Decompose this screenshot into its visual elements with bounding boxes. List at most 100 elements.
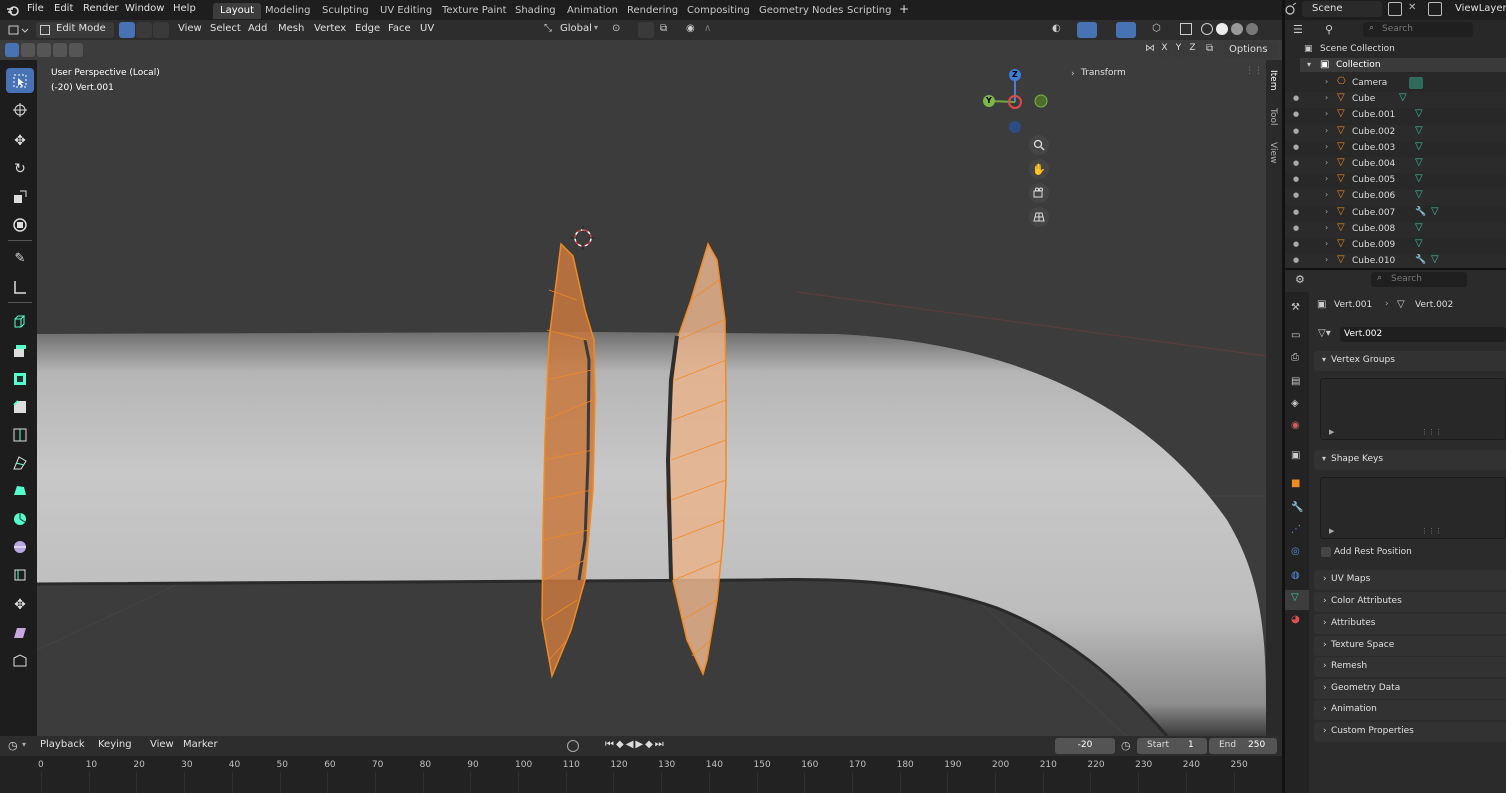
modifier-icon[interactable]: 🔧 (1415, 207, 1426, 217)
rendered-shading-icon[interactable] (1246, 23, 1258, 35)
mesh-data-icon[interactable]: ▽ (1415, 108, 1423, 119)
material-props-icon[interactable]: ◕ (1291, 614, 1300, 625)
outliner-item[interactable]: ● › ▽ Cube.004 ▽ (1285, 157, 1506, 173)
current-frame-field[interactable]: -20 (1055, 738, 1115, 754)
playback-controls[interactable]: ⏮◆◀▶◆⏭ (605, 739, 666, 750)
filter-icon[interactable]: ⚲ (1325, 23, 1333, 36)
mesh-data-icon[interactable]: ▽ (1431, 206, 1439, 217)
spin-tool-icon[interactable] (6, 506, 34, 531)
pan-hand-icon[interactable]: ✋ (1029, 159, 1049, 179)
new-scene-icon[interactable] (1388, 2, 1402, 16)
tab-rendering[interactable]: Rendering (620, 3, 685, 19)
cursor-tool-icon[interactable] (6, 97, 34, 122)
outliner-search-input[interactable] (1363, 22, 1473, 37)
render-props-icon[interactable]: ▭ (1291, 330, 1300, 341)
solid-shading-icon[interactable] (1216, 23, 1228, 35)
menu-uv[interactable]: UV (420, 23, 434, 34)
3d-viewport[interactable]: User Perspective (Local) (-20) Vert.001 … (37, 60, 1266, 736)
tab-layout[interactable]: Layout (213, 3, 261, 19)
mesh-edit-overlay-icon[interactable]: ⬡ (1152, 23, 1161, 34)
menu-edge[interactable]: Edge (355, 23, 380, 34)
view-layer-props-icon[interactable]: ▤ (1291, 376, 1300, 387)
outliner-item[interactable]: ● › ▽ Cube.009 ▽ (1285, 238, 1506, 254)
remove-scene-icon[interactable]: ✕ (1408, 2, 1416, 13)
outliner-item-name[interactable]: Cube.002 (1352, 127, 1395, 137)
sidebar-tab-view[interactable]: View (1268, 142, 1278, 163)
mesh-browse-icon[interactable]: ▽▾ (1318, 328, 1331, 339)
rotate-tool-icon[interactable]: ↻ (6, 156, 34, 181)
expand-icon[interactable]: › (1325, 126, 1328, 135)
sidebar-tab-item[interactable]: Item (1268, 70, 1278, 91)
outliner-editor-icon[interactable]: ☰ (1293, 23, 1303, 36)
outliner-item[interactable]: ● › ▽ Cube ▽ (1285, 92, 1506, 109)
scene-icon[interactable] (1284, 2, 1298, 16)
color-attributes-panel[interactable]: Color Attributes (1314, 592, 1506, 612)
geometry-data-panel[interactable]: Geometry Data (1314, 679, 1506, 699)
menu-window[interactable]: Window (125, 3, 164, 14)
outliner-item[interactable]: ● › ▽ Cube.003 ▽ (1285, 141, 1506, 157)
outliner-item-name[interactable]: Cube.003 (1352, 143, 1395, 153)
visibility-dot-icon[interactable]: ● (1293, 224, 1299, 232)
scene-props-icon[interactable]: ◈ (1291, 398, 1299, 409)
visibility-dot-icon[interactable]: ● (1293, 191, 1299, 199)
extrude-tool-icon[interactable] (6, 338, 34, 363)
menu-file[interactable]: File (27, 3, 44, 14)
properties-editor-icon[interactable]: ⚙ (1295, 273, 1305, 286)
mesh-data-icon[interactable]: ▽ (1415, 157, 1423, 168)
menu-face[interactable]: Face (388, 23, 411, 34)
mesh-data-icon[interactable]: ▽ (1415, 189, 1423, 200)
tool-props-icon[interactable]: ⚒ (1291, 302, 1300, 313)
animation-panel[interactable]: Animation (1314, 700, 1506, 720)
smooth-tool-icon[interactable] (6, 534, 34, 559)
transform-chevron-icon[interactable]: › (1071, 69, 1075, 79)
timeline-editor-icon[interactable]: ◷ (8, 739, 18, 752)
collection-expand-icon[interactable]: ▾ (1307, 60, 1311, 69)
constraints-props-icon[interactable]: ◍ (1291, 570, 1300, 581)
tab-animation[interactable]: Animation (560, 3, 625, 19)
tab-modeling[interactable]: Modeling (258, 3, 318, 19)
visibility-dot-icon[interactable]: ● (1293, 110, 1299, 118)
visibility-dot-icon[interactable]: ● (1293, 127, 1299, 135)
outliner-item-name[interactable]: Cube.001 (1352, 110, 1395, 120)
select-subtract-button[interactable] (37, 43, 51, 57)
list-expand-icon[interactable]: ▶ (1329, 527, 1334, 535)
overlay-toggle[interactable] (1116, 22, 1136, 38)
tab-compositing[interactable]: Compositing (680, 3, 757, 19)
select-box-tool-icon[interactable] (6, 68, 34, 93)
menu-playback[interactable]: Playback (40, 739, 85, 750)
face-select-button[interactable] (153, 22, 169, 38)
outliner-item-name[interactable]: Cube.008 (1352, 224, 1395, 234)
scene-collection-label[interactable]: Scene Collection (1320, 44, 1395, 54)
mesh-data-icon[interactable]: ▽ (1415, 173, 1423, 184)
menu-render[interactable]: Render (83, 3, 119, 14)
menu-vertex[interactable]: Vertex (314, 23, 346, 34)
particles-props-icon[interactable]: ⋰ (1291, 524, 1301, 535)
transform-orientation[interactable]: Global (560, 23, 592, 34)
outliner-item[interactable]: ● › ▽ Cube.001 ▽ (1285, 108, 1506, 124)
world-props-icon[interactable]: ◉ (1291, 420, 1300, 431)
outliner-item-name[interactable]: Cube.010 (1352, 256, 1395, 266)
menu-timeline-view[interactable]: View (150, 739, 174, 750)
annotate-tool-icon[interactable]: ✎ (6, 246, 34, 271)
scale-tool-icon[interactable] (6, 184, 34, 209)
expand-icon[interactable]: › (1325, 190, 1328, 199)
menu-keying[interactable]: Keying (98, 739, 132, 750)
blender-logo-icon[interactable] (6, 3, 20, 17)
attributes-panel[interactable]: Attributes (1314, 614, 1506, 634)
select-extend-button[interactable] (21, 43, 35, 57)
snap-toggle[interactable] (638, 22, 654, 38)
outliner-item-name[interactable]: Cube.009 (1352, 240, 1395, 250)
proportional-edit-icon[interactable]: ◉ (686, 23, 695, 34)
mesh-data-icon[interactable]: ▽ (1431, 254, 1439, 265)
outliner-item-name[interactable]: Cube.004 (1352, 159, 1395, 169)
list-resize-handle[interactable]: ⋮⋮⋮ (1421, 527, 1442, 535)
menu-add[interactable]: Add (248, 23, 267, 34)
editor-type-icon[interactable] (8, 23, 30, 37)
outliner-item[interactable]: ● › ▽ Cube.007 🔧 ▽ (1285, 206, 1506, 222)
uv-maps-panel[interactable]: UV Maps (1314, 570, 1506, 590)
list-resize-handle[interactable]: ⋮⋮⋮ (1421, 428, 1442, 436)
auto-merge-icon[interactable]: ⧉ (1206, 43, 1213, 54)
vertex-groups-panel[interactable]: Vertex Groups (1314, 351, 1506, 371)
knife-tool-icon[interactable] (6, 450, 34, 475)
rip-tool-icon[interactable] (6, 648, 34, 673)
